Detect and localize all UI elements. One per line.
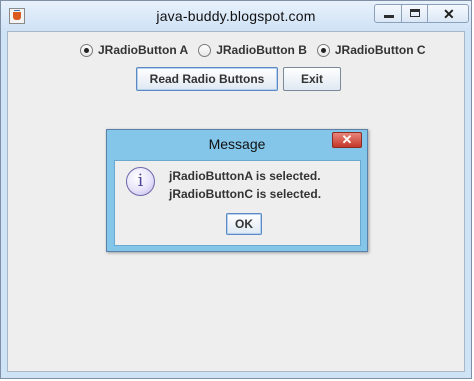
- title-bar[interactable]: java-buddy.blogspot.com ✕: [1, 1, 471, 31]
- radio-button-c-label: JRadioButton C: [334, 43, 426, 57]
- message-dialog: Message ✕ i jRadioButtonA is selected. j…: [106, 129, 368, 252]
- close-icon: ✕: [443, 6, 455, 22]
- radio-checked-icon: [316, 43, 330, 57]
- close-button[interactable]: ✕: [427, 4, 469, 23]
- radio-checked-icon: [80, 43, 93, 57]
- close-icon: ✕: [341, 132, 353, 147]
- radio-button-b[interactable]: JRadioButton B: [198, 43, 307, 57]
- radio-button-c[interactable]: JRadioButton C: [316, 43, 426, 57]
- dialog-body: i jRadioButtonA is selected. jRadioButto…: [114, 160, 361, 246]
- exit-button[interactable]: Exit: [283, 67, 341, 91]
- message-line-2: jRadioButtonC is selected.: [169, 187, 322, 201]
- minimize-button[interactable]: [374, 4, 402, 23]
- radio-unchecked-icon: [198, 43, 212, 57]
- minimize-icon: [384, 15, 394, 18]
- information-icon: i: [126, 167, 155, 196]
- radio-button-b-label: JRadioButton B: [216, 43, 307, 57]
- read-radio-buttons-button[interactable]: Read Radio Buttons: [136, 67, 278, 91]
- message-line-1: jRadioButtonA is selected.: [169, 169, 321, 183]
- radio-button-a[interactable]: JRadioButton A: [80, 43, 188, 57]
- ok-button[interactable]: OK: [226, 213, 262, 235]
- radio-button-a-label: JRadioButton A: [98, 43, 189, 57]
- maximize-icon: [410, 9, 420, 17]
- dialog-title: Message: [208, 136, 266, 152]
- dialog-close-button[interactable]: ✕: [332, 132, 362, 148]
- radio-group: JRadioButton A JRadioButton B JRadioButt…: [80, 41, 436, 59]
- maximize-button[interactable]: [401, 4, 428, 23]
